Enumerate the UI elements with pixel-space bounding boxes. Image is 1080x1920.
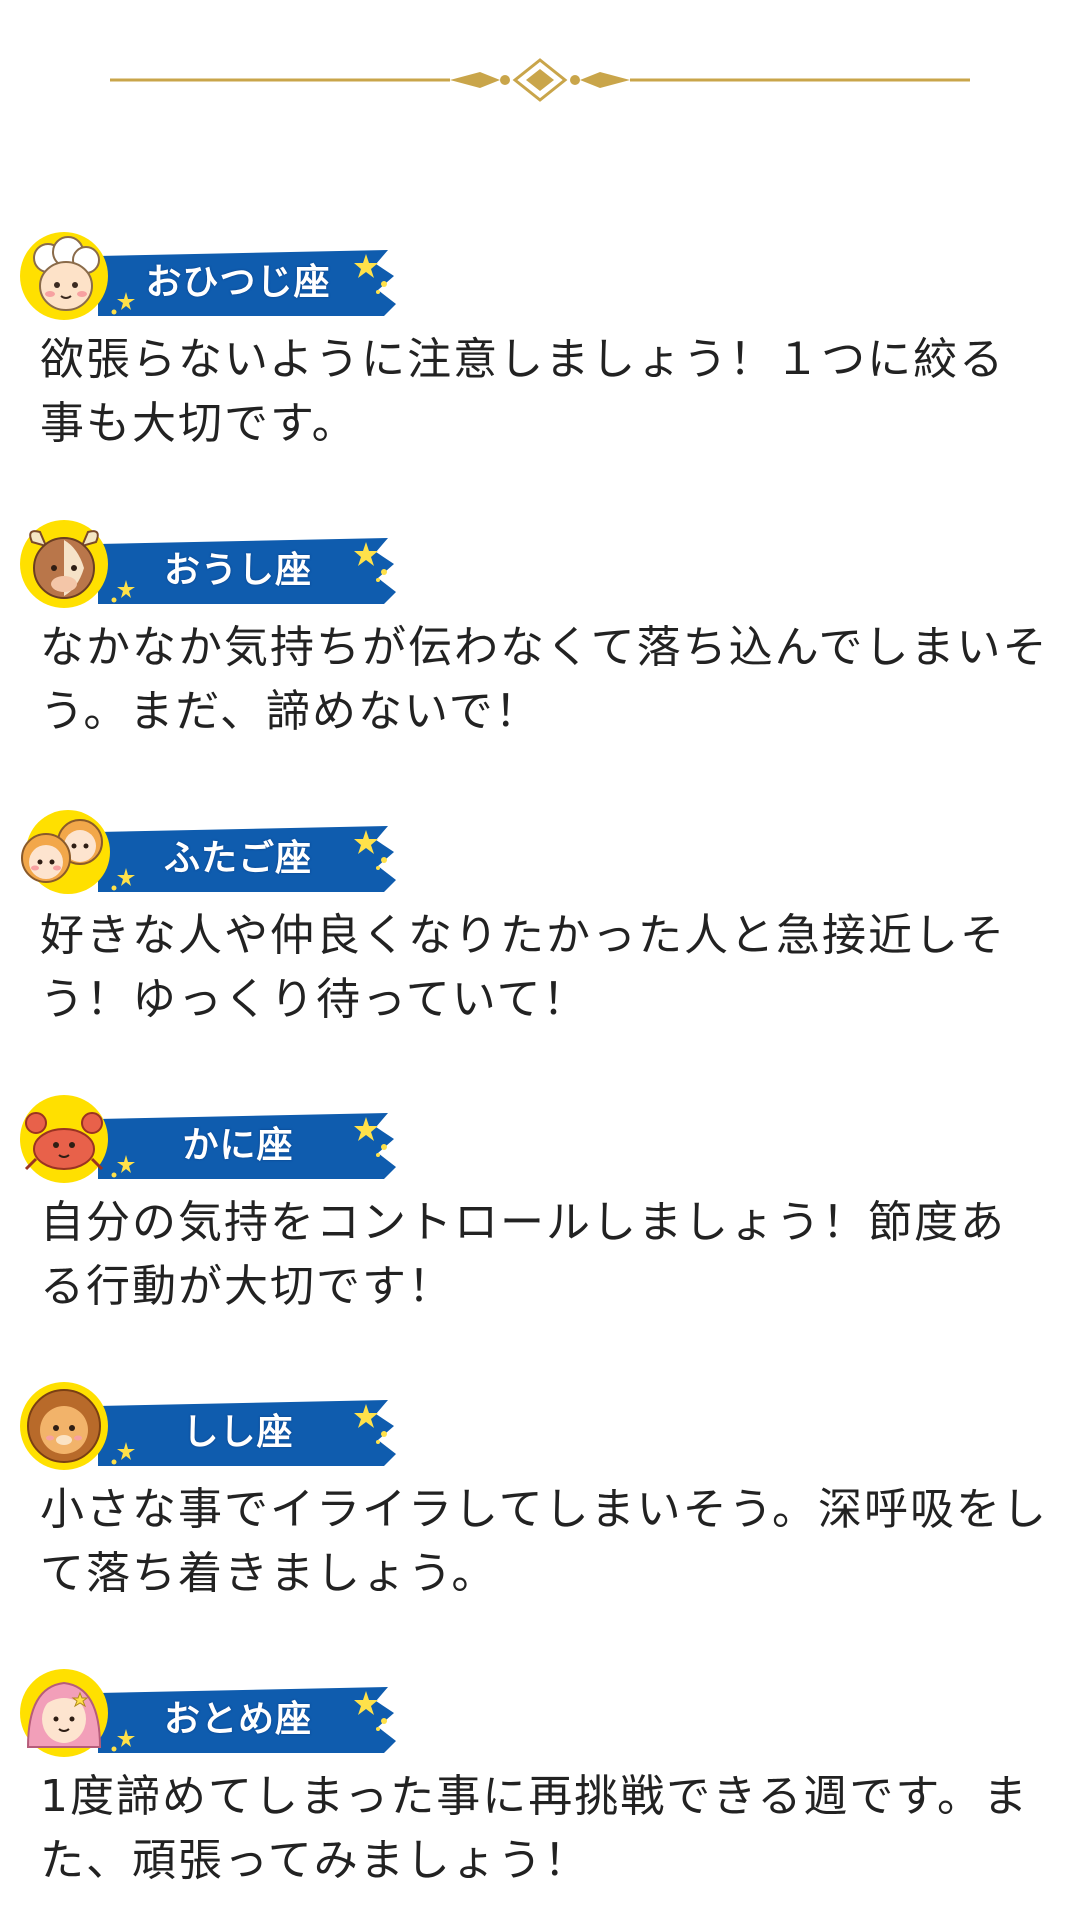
sign-name: しし座 (182, 1412, 294, 1453)
stars-icon (111, 292, 135, 315)
stars-icon (111, 1442, 135, 1465)
twins-icon (21, 810, 110, 894)
stars-icon (111, 1729, 135, 1752)
fortune-text: 欲張らないように注意しましょう！１つに絞る事も大切です。 (40, 334, 1006, 449)
horoscope-entry-gemini: ふたご座 好きな人や仲良くなりたかった人と急接近しそう！ゆっくり待っていて！ (0, 806, 1080, 1036)
stars-icon (354, 542, 387, 582)
sign-badge: ふたご座 (18, 806, 396, 902)
sign-name: ふたご座 (163, 838, 312, 879)
sign-name: おひつじ座 (145, 262, 331, 303)
sign-badge: かに座 (18, 1093, 396, 1189)
ram-icon (20, 232, 108, 320)
fortune-text: 1度諦めてしまった事に再挑戦できる週です。また、頑張ってみましょう！ (40, 1771, 1029, 1886)
fortune-text: なかなか気持ちが伝わなくて落ち込んでしまいそう。まだ、諦めないで！ (40, 622, 1049, 737)
ornament-divider (110, 58, 970, 102)
sign-name: かに座 (182, 1125, 294, 1166)
horoscope-entry-leo: しし座 小さな事でイライラしてしまいそう。深呼吸をして落ち着きましょう。 (0, 1380, 1080, 1610)
crab-icon (20, 1095, 108, 1183)
maiden-icon (20, 1669, 108, 1757)
sign-badge: おひつじ座 (18, 230, 396, 326)
fortune-text: 好きな人や仲良くなりたかった人と急接近しそう！ゆっくり待っていて！ (40, 910, 1006, 1025)
fortune-text: 小さな事でイライラしてしまいそう。深呼吸をして落ち着きましょう。 (40, 1484, 1049, 1599)
stars-icon (354, 1691, 387, 1731)
stars-icon (354, 1404, 387, 1444)
stars-icon (111, 1155, 135, 1178)
sign-name: おとめ座 (163, 1699, 312, 1740)
stars-icon (354, 254, 387, 294)
bull-icon (20, 520, 108, 608)
stars-icon (354, 830, 387, 870)
horoscope-entry-taurus: おうし座 なかなか気持ちが伝わなくて落ち込んでしまいそう。まだ、諦めないで！ (0, 518, 1080, 748)
sign-name: おうし座 (163, 550, 312, 591)
lion-icon (20, 1382, 108, 1470)
stars-icon (111, 580, 135, 603)
sign-badge: おうし座 (18, 518, 396, 614)
stars-icon (111, 868, 135, 891)
fortune-text: 自分の気持をコントロールしましょう！節度ある行動が大切です！ (40, 1197, 1006, 1312)
horoscope-entry-virgo: おとめ座 1度諦めてしまった事に再挑戦できる週です。また、頑張ってみましょう！ (0, 1667, 1080, 1897)
sign-badge: しし座 (18, 1380, 396, 1476)
stars-icon (354, 1117, 387, 1157)
sign-badge: おとめ座 (18, 1667, 396, 1763)
horoscope-entry-aries: おひつじ座 欲張らないように注意しましょう！１つに絞る事も大切です。 (0, 230, 1080, 460)
horoscope-entry-cancer: かに座 自分の気持をコントロールしましょう！節度ある行動が大切です！ (0, 1093, 1080, 1323)
